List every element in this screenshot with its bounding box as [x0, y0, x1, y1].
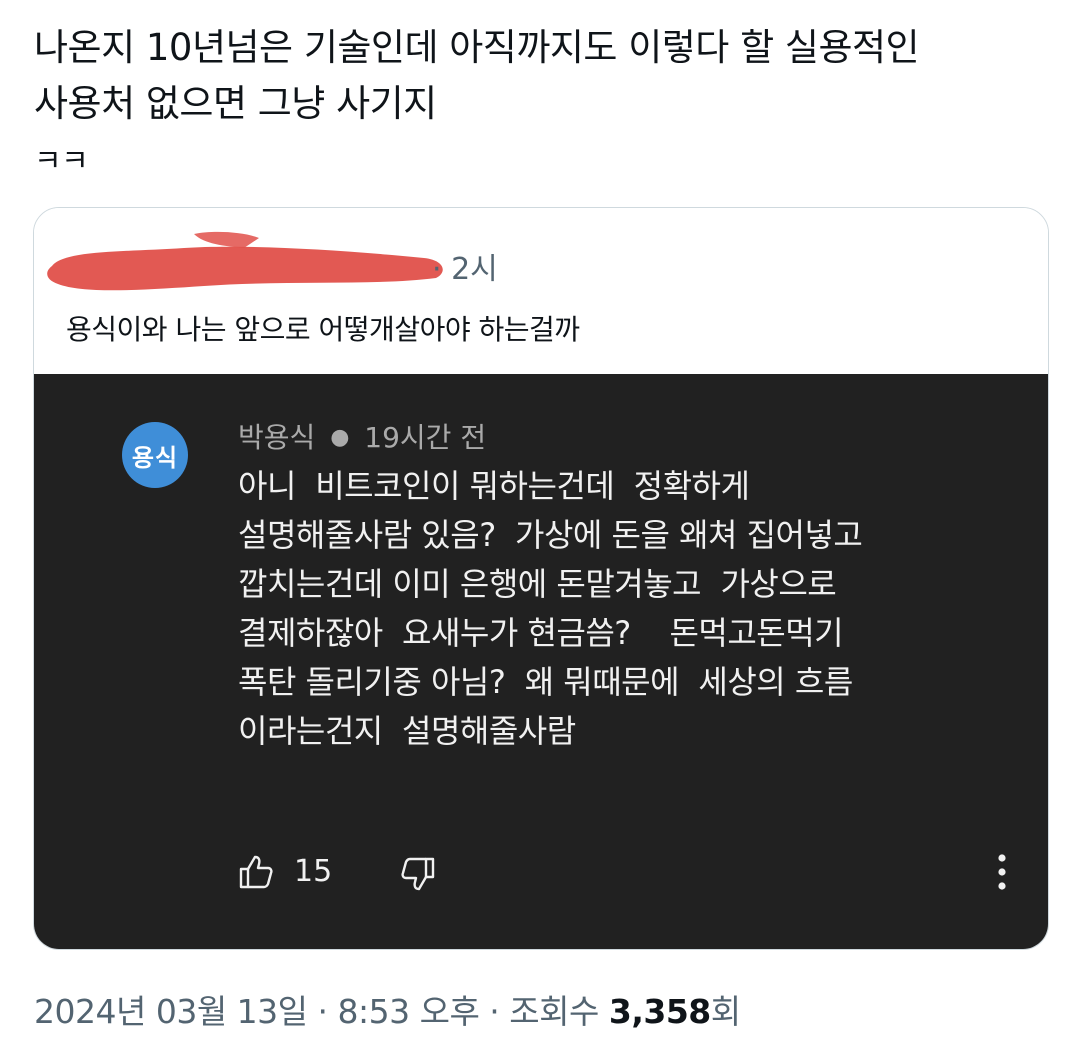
- redacted-username-mark: [47, 231, 443, 291]
- more-vertical-icon[interactable]: [990, 850, 1014, 894]
- comment-body-line: 깝치는건데 이미 은행에 돈맡겨놓고 가상으로: [238, 565, 837, 603]
- avatar-text: 용식: [131, 443, 179, 472]
- like-count: 15: [294, 854, 333, 889]
- thumbs-down-icon[interactable]: [400, 856, 436, 892]
- thumbs-up-icon[interactable]: [238, 854, 274, 890]
- comment-body: 아니 비트코인이 뭐하는건데 정확하게 설명해줄사람 있음? 가상에 돈을 왜쳐…: [238, 462, 1028, 756]
- avatar[interactable]: 용식: [122, 422, 188, 488]
- comment-body-line: 폭탄 돌리기중 아님? 왜 뭐때문에 세상의 흐름: [238, 663, 853, 701]
- quoted-tweet-header: · 2시 용식이와 나는 앞으로 어떻개살아야 하는걸까: [34, 208, 1048, 374]
- tweet-timestamp[interactable]: 2024년 03월 13일 · 8:53 오후 · 조회수: [34, 992, 609, 1031]
- comment-body-line: 결제하잖아 요새누가 현금씀? 돈먹고돈먹기: [238, 614, 844, 652]
- comment-body-line: 아니 비트코인이 뭐하는건데 정확하게: [238, 467, 750, 505]
- separator-dot-icon: ●: [330, 424, 350, 450]
- comment-body-line: 이라는건지 설명해줄사람: [238, 712, 576, 750]
- quoted-tweet-card[interactable]: · 2시 용식이와 나는 앞으로 어떻개살아야 하는걸까 용식 박용식 ● 19…: [33, 207, 1049, 950]
- quoted-tweet-time: · 2시: [432, 252, 498, 287]
- comment-time: 19시간 전: [364, 421, 487, 454]
- tweet-footer: 2024년 03월 13일 · 8:53 오후 · 조회수 3,358회: [34, 985, 741, 1033]
- tweet-text-line: 나온지 10년넘은 기술인데 아직까지도 이렇다 할 실용적인: [34, 26, 920, 69]
- tweet-text-line: ㅋㅋ: [34, 144, 89, 179]
- tweet-text-line: 사용처 없으면 그냥 사기지: [34, 82, 437, 125]
- comment-author[interactable]: 박용식: [238, 421, 315, 454]
- comment-screenshot: 용식 박용식 ● 19시간 전 아니 비트코인이 뭐하는건데 정확하게 설명해줄…: [34, 374, 1048, 949]
- tweet-text: 나온지 10년넘은 기술인데 아직까지도 이렇다 할 실용적인 사용처 없으면 …: [34, 20, 1044, 190]
- view-count-unit: 회: [710, 992, 741, 1031]
- comment-body-line: 설명해줄사람 있음? 가상에 돈을 왜쳐 집어넣고: [238, 516, 863, 554]
- view-count: 3,358: [608, 992, 711, 1031]
- comment-meta: 박용식 ● 19시간 전: [238, 416, 486, 456]
- quoted-tweet-text: 용식이와 나는 앞으로 어떻개살아야 하는걸까: [66, 313, 580, 346]
- comment-actions: 15: [238, 850, 1018, 894]
